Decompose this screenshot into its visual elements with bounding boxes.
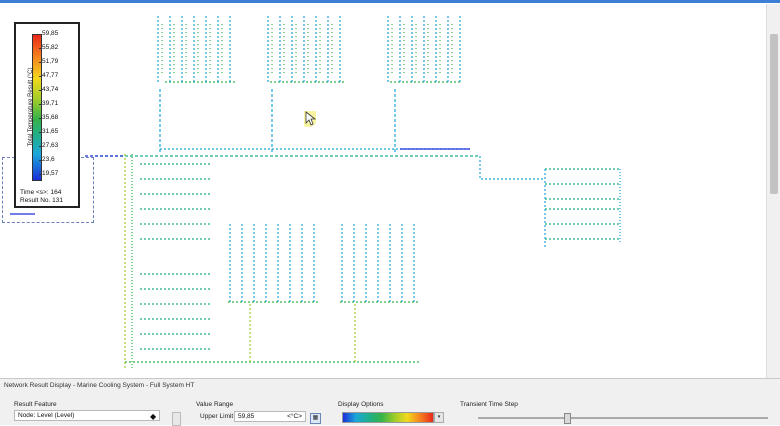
legend-tick: 27,63 xyxy=(38,142,59,149)
upper-limit-unit: <°C> xyxy=(287,413,302,420)
time-step-slider[interactable] xyxy=(478,417,768,419)
legend-result-number: Result No. 131 xyxy=(20,197,63,204)
calculator-icon[interactable]: ▦ xyxy=(310,413,321,424)
network-canvas[interactable]: Total Temperature Result (°C) 59,85 55,8… xyxy=(0,4,766,378)
legend-tick: 35,68 xyxy=(38,114,59,121)
vertical-scrollbar[interactable] xyxy=(766,4,780,378)
diamond-icon[interactable]: ◆ xyxy=(150,412,156,421)
legend-tick: 31,65 xyxy=(38,128,59,135)
display-options-label: Display Options xyxy=(338,401,384,408)
scrollbar-thumb[interactable] xyxy=(770,34,778,194)
legend-time: Time <s>: 164 xyxy=(20,189,62,196)
temperature-legend: Total Temperature Result (°C) 59,85 55,8… xyxy=(14,22,80,208)
colormap-select[interactable] xyxy=(342,412,434,423)
legend-tick: 55,82 xyxy=(38,44,59,51)
upper-limit-label: Upper Limit xyxy=(200,413,234,420)
legend-tick: 51,79 xyxy=(38,58,59,65)
pointer-cursor-icon xyxy=(304,111,316,127)
legend-tick: 43,74 xyxy=(38,86,59,93)
legend-tick: 39,71 xyxy=(38,100,59,107)
result-feature-select[interactable]: Node: Level (Level) xyxy=(14,410,160,421)
legend-title: Total Temperature Result (°C) xyxy=(28,67,34,147)
result-feature-value: Node: Level (Level) xyxy=(18,412,75,419)
piping-network xyxy=(10,16,621,369)
transient-time-step-label: Transient Time Step xyxy=(460,401,518,408)
upper-limit-value: 59,85 xyxy=(238,413,255,420)
panel-title: Network Result Display - Marine Cooling … xyxy=(4,382,195,389)
window-top-accent xyxy=(0,0,780,3)
result-display-panel: Network Result Display - Marine Cooling … xyxy=(0,378,780,426)
colormap-dropdown-button[interactable]: ▾ xyxy=(434,412,444,423)
result-feature-label: Result Feature xyxy=(14,401,57,408)
legend-tick: 47,77 xyxy=(38,72,59,79)
legend-tick: 23,6 xyxy=(39,156,55,163)
upper-limit-input[interactable]: 59,85 <°C> xyxy=(234,411,306,422)
legend-tick: 59,85 xyxy=(38,30,59,37)
time-step-slider-thumb[interactable] xyxy=(564,413,571,424)
legend-tick: 19,57 xyxy=(38,170,59,177)
value-range-label: Value Range xyxy=(196,401,234,408)
